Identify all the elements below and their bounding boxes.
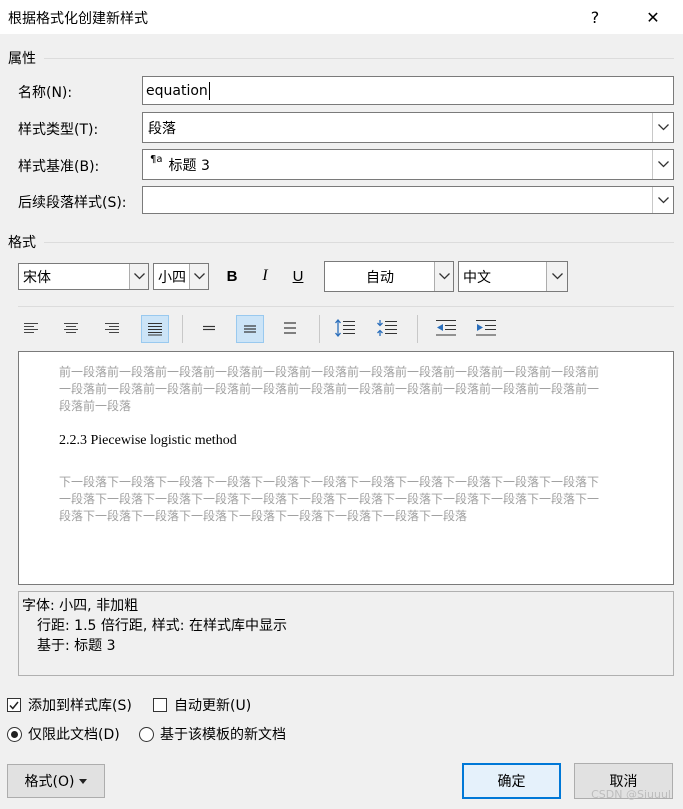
justify-button[interactable] xyxy=(141,315,169,343)
add-to-gallery-option[interactable]: 添加到样式库(S) xyxy=(7,695,132,715)
justify-icon xyxy=(148,323,162,336)
chevron-down-icon[interactable] xyxy=(652,113,673,142)
script-select[interactable]: 中文 xyxy=(458,261,568,292)
radio-selected-dot xyxy=(11,730,18,738)
auto-update-label: 自动更新(U) xyxy=(174,698,252,714)
style-based-value: 标题 3 xyxy=(168,157,210,174)
ok-button[interactable]: 确定 xyxy=(462,763,561,799)
format-separator xyxy=(44,242,674,243)
close-button[interactable]: ✕ xyxy=(630,0,676,34)
add-to-gallery-label: 添加到样式库(S) xyxy=(28,698,132,714)
this-document-only-option[interactable]: 仅限此文档(D) xyxy=(7,724,120,744)
style-based-label: 样式基准(B): xyxy=(18,159,100,175)
italic-button[interactable]: I xyxy=(252,263,278,289)
style-description: 字体: 小四, 非加粗 行距: 1.5 倍行距, 样式: 在样式库中显示 基于:… xyxy=(18,591,674,676)
font-size-value: 小四 xyxy=(158,269,186,286)
name-input[interactable]: equation xyxy=(142,76,674,105)
double-spacing-button[interactable] xyxy=(277,315,303,341)
this-document-only-label: 仅限此文档(D) xyxy=(28,727,120,743)
font-select[interactable]: 宋体 xyxy=(18,263,149,290)
next-paragraph-preview: 下一段落下一段落下一段落下一段落下一段落下一段落下一段落下一段落下一段落下一段落… xyxy=(59,475,600,523)
style-type-label: 样式类型(T): xyxy=(18,122,99,138)
style-type-select[interactable]: 段落 xyxy=(142,112,674,143)
format-menu-label: 格式(O) xyxy=(24,774,75,790)
align-left-button[interactable] xyxy=(18,315,44,341)
description-line-1: 字体: 小四, 非加粗 xyxy=(22,598,139,614)
text-cursor xyxy=(208,81,210,100)
align-left-icon xyxy=(24,323,38,333)
double-spacing-icon xyxy=(284,322,296,334)
toolbar-divider xyxy=(182,315,183,343)
new-documents-label: 基于该模板的新文档 xyxy=(160,727,286,743)
increase-spacing-icon xyxy=(335,318,355,338)
format-section-label: 格式 xyxy=(8,235,36,251)
properties-separator xyxy=(44,58,674,59)
auto-update-option[interactable]: 自动更新(U) xyxy=(153,695,251,715)
underline-button[interactable]: U xyxy=(285,263,311,289)
decrease-spacing-button[interactable] xyxy=(374,315,400,341)
chevron-down-icon[interactable] xyxy=(652,150,673,179)
properties-section-label: 属性 xyxy=(8,51,36,67)
name-label: 名称(N): xyxy=(18,85,73,101)
next-style-select[interactable] xyxy=(142,186,674,214)
align-center-button[interactable] xyxy=(58,315,84,341)
toolbar-separator xyxy=(18,306,674,307)
align-right-button[interactable] xyxy=(99,315,125,341)
font-size-select[interactable]: 小四 xyxy=(153,263,209,290)
help-button[interactable]: ? xyxy=(572,0,618,34)
decrease-indent-button[interactable] xyxy=(433,315,459,341)
toolbar-divider xyxy=(319,315,320,343)
this-document-only-radio[interactable] xyxy=(7,726,22,742)
watermark: CSDN @Siuuul xyxy=(591,788,671,801)
paragraph-style-icon: ¶a xyxy=(150,154,163,165)
caret-down-icon xyxy=(79,778,88,784)
decrease-indent-icon xyxy=(436,320,456,336)
chevron-down-icon[interactable] xyxy=(546,262,567,291)
align-right-icon xyxy=(105,323,119,333)
name-input-value: equation xyxy=(146,82,208,99)
one-half-spacing-button[interactable] xyxy=(236,315,264,343)
add-to-gallery-checkbox[interactable] xyxy=(7,698,21,712)
new-documents-radio[interactable] xyxy=(139,726,154,742)
decrease-spacing-icon xyxy=(377,320,397,336)
new-documents-option[interactable]: 基于该模板的新文档 xyxy=(139,724,286,744)
previous-paragraph-preview: 前一段落前一段落前一段落前一段落前一段落前一段落前一段落前一段落前一段落前一段落… xyxy=(59,365,600,413)
bold-button[interactable]: B xyxy=(219,263,245,289)
checkmark-icon xyxy=(9,701,19,710)
dialog-title: 根据格式化创建新样式 xyxy=(8,11,148,27)
next-style-label: 后续段落样式(S): xyxy=(18,195,127,211)
font-color-select[interactable]: 自动 xyxy=(324,261,454,292)
description-line-3: 基于: 标题 3 xyxy=(37,638,116,654)
description-line-2: 行距: 1.5 倍行距, 样式: 在样式库中显示 xyxy=(37,618,287,634)
chevron-down-icon[interactable] xyxy=(434,262,453,291)
style-type-value: 段落 xyxy=(148,120,176,137)
one-half-spacing-icon xyxy=(244,325,256,333)
script-value: 中文 xyxy=(463,269,491,286)
preview-pane: 前一段落前一段落前一段落前一段落前一段落前一段落前一段落前一段落前一段落前一段落… xyxy=(18,351,674,585)
style-based-select[interactable]: ¶a 标题 3 xyxy=(142,149,674,180)
increase-spacing-button[interactable] xyxy=(332,315,358,341)
font-value: 宋体 xyxy=(23,269,51,286)
chevron-down-icon[interactable] xyxy=(189,264,208,289)
increase-indent-icon xyxy=(476,320,496,336)
font-color-value: 自动 xyxy=(366,269,394,286)
chevron-down-icon[interactable] xyxy=(129,264,148,289)
single-spacing-button[interactable] xyxy=(196,315,222,341)
format-menu-button[interactable]: 格式(O) xyxy=(7,764,105,798)
chevron-down-icon[interactable] xyxy=(652,187,673,213)
toolbar-divider xyxy=(417,315,418,343)
auto-update-checkbox[interactable] xyxy=(153,698,167,712)
increase-indent-button[interactable] xyxy=(473,315,499,341)
align-center-icon xyxy=(64,323,78,333)
close-icon: ✕ xyxy=(646,7,660,27)
single-spacing-icon xyxy=(203,325,215,331)
sample-text-preview: 2.2.3 Piecewise logistic method xyxy=(59,433,237,448)
